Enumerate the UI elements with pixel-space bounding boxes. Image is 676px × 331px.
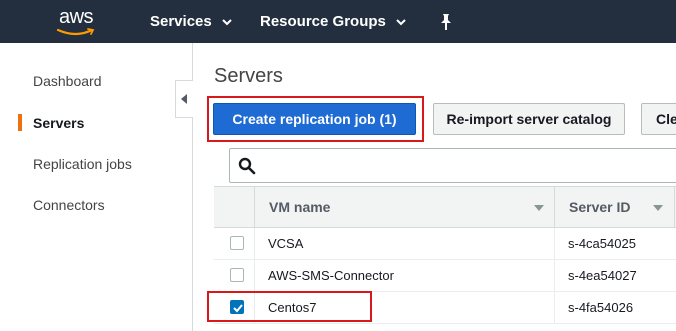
top-navigation-bar: aws Services Resource Groups	[0, 0, 676, 43]
server-id-cell: s-4ea54027	[568, 268, 637, 283]
column-header-server-id[interactable]: Server ID	[569, 199, 630, 215]
sidebar-active-indicator	[18, 114, 22, 131]
clear-button[interactable]: Clear	[641, 103, 676, 135]
vm-name-cell: AWS-SMS-Connector	[268, 268, 394, 283]
cell-divider	[554, 292, 555, 324]
row-checkbox[interactable]	[230, 236, 244, 250]
server-id-cell: s-4ca54025	[568, 236, 636, 251]
column-divider	[254, 187, 255, 229]
chevron-down-icon	[222, 18, 232, 25]
sort-down-icon[interactable]	[534, 205, 544, 211]
caret-left-icon	[180, 94, 187, 104]
cell-divider	[254, 228, 255, 260]
cell-divider	[554, 260, 555, 292]
vm-name-cell: VCSA	[268, 236, 304, 251]
sort-down-icon[interactable]	[653, 205, 663, 211]
highlight-centos-row	[207, 291, 372, 322]
search-input[interactable]	[229, 148, 676, 183]
aws-smile-icon	[56, 28, 95, 36]
sidebar-item-replication-jobs[interactable]: Replication jobs	[33, 156, 132, 172]
reimport-server-catalog-button[interactable]: Re-import server catalog	[433, 103, 625, 135]
highlight-create-button	[207, 96, 424, 142]
sidebar-collapse-button[interactable]	[175, 80, 193, 118]
column-divider	[554, 187, 555, 229]
sidebar: Dashboard Servers Replication jobs Conne…	[0, 43, 193, 331]
pin-icon[interactable]	[438, 13, 454, 31]
sidebar-item-dashboard[interactable]: Dashboard	[33, 73, 102, 89]
table-row[interactable]: AWS-SMS-Connector s-4ea54027	[214, 260, 676, 292]
row-checkbox[interactable]	[230, 268, 244, 282]
column-divider	[674, 187, 675, 229]
cell-divider	[254, 260, 255, 292]
sidebar-item-servers[interactable]: Servers	[33, 115, 84, 131]
column-header-vm-name[interactable]: VM name	[269, 199, 330, 215]
resource-groups-menu[interactable]: Resource Groups	[260, 0, 407, 43]
sidebar-item-connectors[interactable]: Connectors	[33, 197, 105, 213]
cell-divider	[554, 228, 555, 260]
search-icon	[238, 157, 256, 175]
page-title: Servers	[214, 65, 283, 87]
aws-logo[interactable]: aws	[52, 6, 100, 38]
services-label: Services	[150, 13, 212, 30]
services-menu[interactable]: Services	[150, 0, 233, 43]
table-row[interactable]: VCSA s-4ca54025	[214, 228, 676, 260]
aws-logo-text: aws	[58, 6, 94, 28]
resource-groups-label: Resource Groups	[260, 13, 386, 30]
server-id-cell: s-4fa54026	[568, 300, 634, 315]
chevron-down-icon	[396, 18, 406, 25]
table-header: VM name Server ID	[214, 186, 676, 229]
